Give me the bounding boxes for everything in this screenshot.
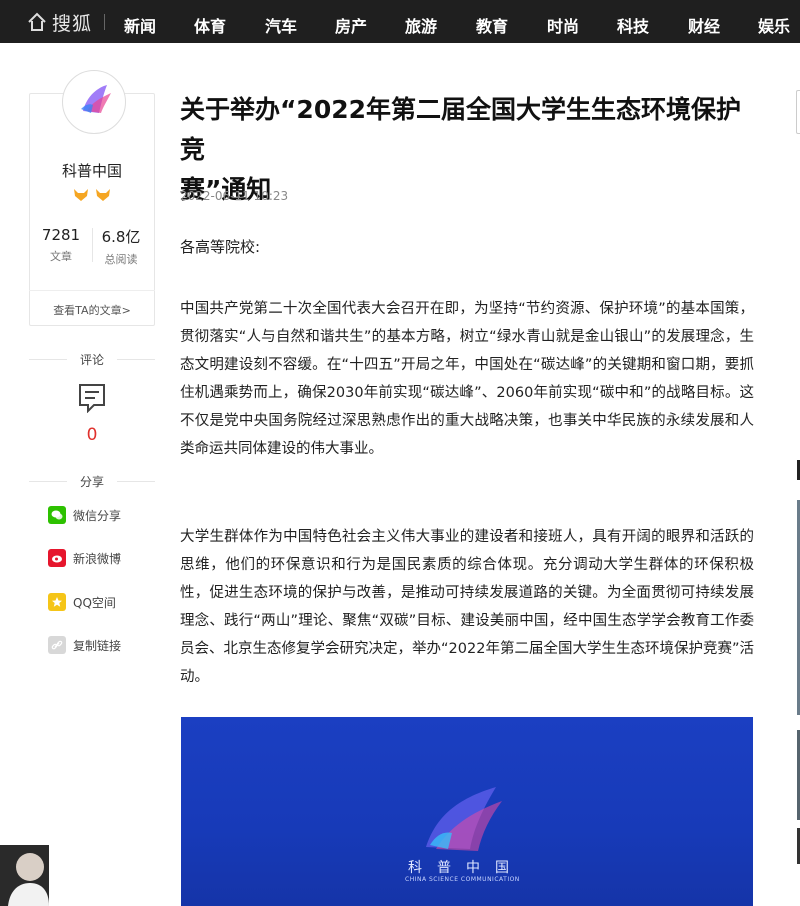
nav-item-entertainment[interactable]: 娱乐: [758, 13, 790, 37]
article-greeting: 各高等院校:: [180, 238, 261, 256]
image-logo-subtitle: CHINA SCIENCE COMMUNICATION: [405, 876, 520, 883]
person-thumbnail-icon: [8, 853, 49, 906]
brand-name: 搜狐: [52, 12, 93, 35]
card-divider: [29, 290, 155, 291]
articles-label: 文章: [50, 250, 72, 263]
nav-divider: [104, 14, 105, 30]
article-paragraph: 大学生群体作为中国特色社会主义伟大事业的建设者和接班人，具有开阔的眼界和活跃的思…: [180, 529, 754, 685]
wechat-icon: [48, 506, 66, 524]
nav-item-education[interactable]: 教育: [476, 13, 508, 37]
stat-divider: [92, 228, 93, 262]
floating-video-thumbnail[interactable]: [0, 845, 49, 906]
share-wechat-label: 微信分享: [73, 508, 122, 523]
kepu-logo-icon: [81, 85, 111, 113]
articles-count: 7281: [41, 226, 81, 244]
fox-badge-icon: [74, 189, 88, 201]
article-paragraph: 中国共产党第二十次全国代表大会召开在即，为坚持“节约资源、保护环境”的基本国策，…: [180, 301, 754, 457]
reads-count: 6.8亿: [101, 228, 141, 246]
share-section-title: 分享: [29, 473, 155, 490]
reads-label: 总阅读: [104, 253, 138, 266]
share-copy-link[interactable]: 复制链接: [48, 636, 121, 654]
share-copy-link-label: 复制链接: [73, 638, 122, 653]
nav-item-travel[interactable]: 旅游: [405, 13, 437, 37]
home-icon: [28, 12, 46, 31]
author-badges: [29, 188, 155, 202]
nav-item-realestate[interactable]: 房产: [335, 13, 367, 37]
share-weibo[interactable]: 新浪微博: [48, 549, 121, 567]
nav-item-tech[interactable]: 科技: [617, 13, 649, 37]
top-nav: 搜狐 新闻 体育 汽车 房产 旅游 教育 时尚 科技 财经 娱乐: [0, 0, 800, 43]
nav-item-auto[interactable]: 汽车: [265, 13, 297, 37]
publish-date: 2022-06-11 10:23: [180, 189, 289, 203]
author-name[interactable]: 科普中国: [29, 160, 155, 181]
link-icon: [48, 636, 66, 654]
fox-badge-icon: [96, 189, 110, 201]
nav-item-sports[interactable]: 体育: [194, 13, 226, 37]
weibo-icon: [48, 549, 66, 567]
nav-item-fashion[interactable]: 时尚: [547, 13, 579, 37]
share-weibo-label: 新浪微博: [73, 551, 122, 566]
reads-stat: 6.8亿 总阅读: [96, 226, 146, 267]
nav-item-news[interactable]: 新闻: [124, 13, 156, 37]
image-logo-text: 科普中国: [408, 860, 524, 876]
share-qzone-label: QQ空间: [73, 595, 116, 610]
article-title-line1: 关于举办“2022年第二届全国大学生生态环境保护竞: [180, 95, 742, 164]
qzone-icon: [48, 593, 66, 611]
author-avatar[interactable]: [62, 70, 126, 134]
comment-count[interactable]: 0: [29, 425, 155, 445]
comment-icon[interactable]: [78, 383, 106, 413]
view-author-articles-link[interactable]: 查看TA的文章>: [29, 302, 155, 318]
articles-stat: 7281 文章: [36, 226, 86, 264]
share-wechat[interactable]: 微信分享: [48, 506, 121, 524]
share-qzone[interactable]: QQ空间: [48, 593, 116, 611]
nav-item-finance[interactable]: 财经: [688, 13, 720, 37]
sohu-logo[interactable]: 搜狐: [26, 9, 92, 35]
right-panel-button[interactable]: [796, 90, 800, 134]
comment-section-title: 评论: [29, 351, 155, 368]
